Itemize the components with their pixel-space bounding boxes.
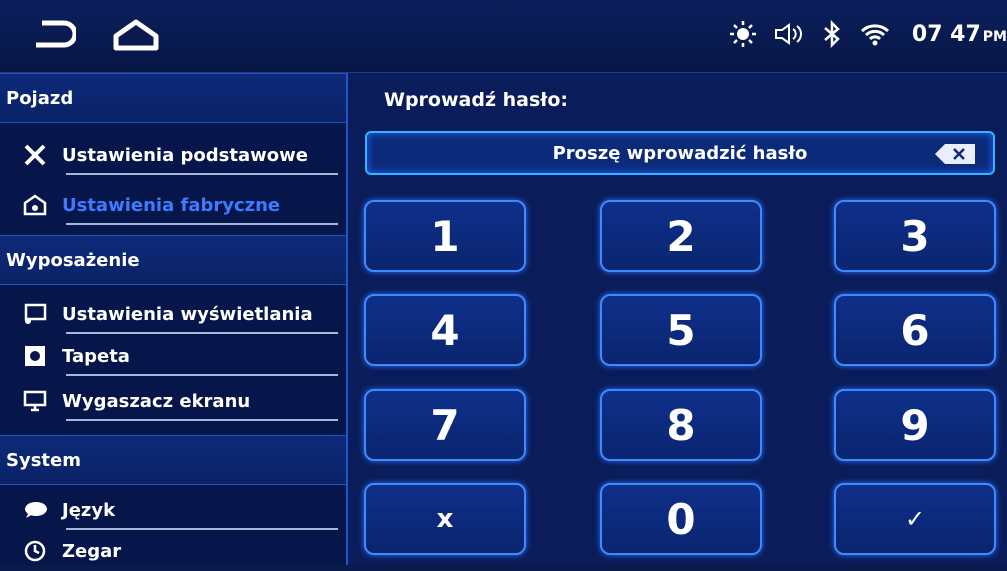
sidebar-item-factory-settings[interactable]: Ustawienia fabryczne <box>22 185 344 225</box>
category-system: System <box>0 435 346 485</box>
key-confirm[interactable]: ✓ <box>834 483 996 555</box>
bluetooth-icon[interactable] <box>822 20 842 48</box>
back-icon[interactable] <box>30 18 78 56</box>
sidebar-item-label: Zegar <box>62 540 122 562</box>
display-settings-icon <box>22 302 48 326</box>
clock-icon <box>22 539 48 563</box>
backspace-icon[interactable] <box>935 144 975 164</box>
category-wyposazenie: Wyposażenie <box>0 235 346 285</box>
sidebar-item-clock[interactable]: Zegar <box>22 531 344 571</box>
category-pojazd: Pojazd <box>0 73 346 123</box>
clock-ampm: PM <box>982 28 1007 45</box>
clock-display: 07 47 PM <box>912 22 1007 47</box>
key-8[interactable]: 8 <box>600 389 762 461</box>
monitor-icon <box>22 389 48 413</box>
password-panel: Wprowadź hasło: Proszę wprowadzić hasło … <box>348 73 1007 565</box>
factory-icon <box>22 193 48 217</box>
sidebar-item-label: Wygaszacz ekranu <box>62 390 251 412</box>
key-3[interactable]: 3 <box>834 200 996 272</box>
divider <box>66 332 338 334</box>
wifi-icon[interactable] <box>860 22 890 46</box>
divider <box>66 419 338 421</box>
sidebar-item-basic-settings[interactable]: Ustawienia podstawowe <box>22 135 344 175</box>
password-placeholder: Proszę wprowadzić hasło <box>552 142 808 164</box>
sidebar-item-screensaver[interactable]: Wygaszacz ekranu <box>22 381 344 421</box>
key-7[interactable]: 7 <box>364 389 526 461</box>
sidebar-item-label: Ustawienia wyświetlania <box>62 303 313 325</box>
clock-time: 07 47 <box>911 21 981 47</box>
settings-sidebar: Pojazd Ustawienia podstawowe Ustawienia … <box>0 73 348 565</box>
password-field[interactable]: Proszę wprowadzić hasło <box>365 131 995 175</box>
divider <box>66 374 338 376</box>
volume-icon[interactable] <box>774 22 804 46</box>
key-9[interactable]: 9 <box>834 389 996 461</box>
status-bar: 07 47 PM <box>0 0 1007 73</box>
home-icon[interactable] <box>112 18 160 56</box>
key-2[interactable]: 2 <box>600 200 762 272</box>
chat-bubble-icon <box>22 498 48 522</box>
sidebar-item-label: Tapeta <box>62 345 130 367</box>
key-0[interactable]: 0 <box>600 483 762 555</box>
wallpaper-icon <box>22 344 48 368</box>
key-5[interactable]: 5 <box>600 294 762 366</box>
sidebar-item-label: Ustawienia podstawowe <box>62 144 308 166</box>
divider <box>66 223 338 225</box>
brightness-icon[interactable] <box>729 21 756 47</box>
sidebar-item-label: Język <box>62 499 116 521</box>
divider <box>66 528 338 530</box>
sidebar-item-label: Ustawienia fabryczne <box>62 194 281 216</box>
key-6[interactable]: 6 <box>834 294 996 366</box>
password-prompt: Wprowadź hasło: <box>384 89 568 111</box>
sidebar-item-language[interactable]: Język <box>22 490 344 530</box>
key-4[interactable]: 4 <box>364 294 526 366</box>
key-1[interactable]: 1 <box>364 200 526 272</box>
tools-icon <box>22 143 48 167</box>
key-clear[interactable]: x <box>364 483 526 555</box>
divider <box>66 173 338 175</box>
sidebar-item-wallpaper[interactable]: Tapeta <box>22 336 344 376</box>
sidebar-item-display-settings[interactable]: Ustawienia wyświetlania <box>22 294 344 334</box>
